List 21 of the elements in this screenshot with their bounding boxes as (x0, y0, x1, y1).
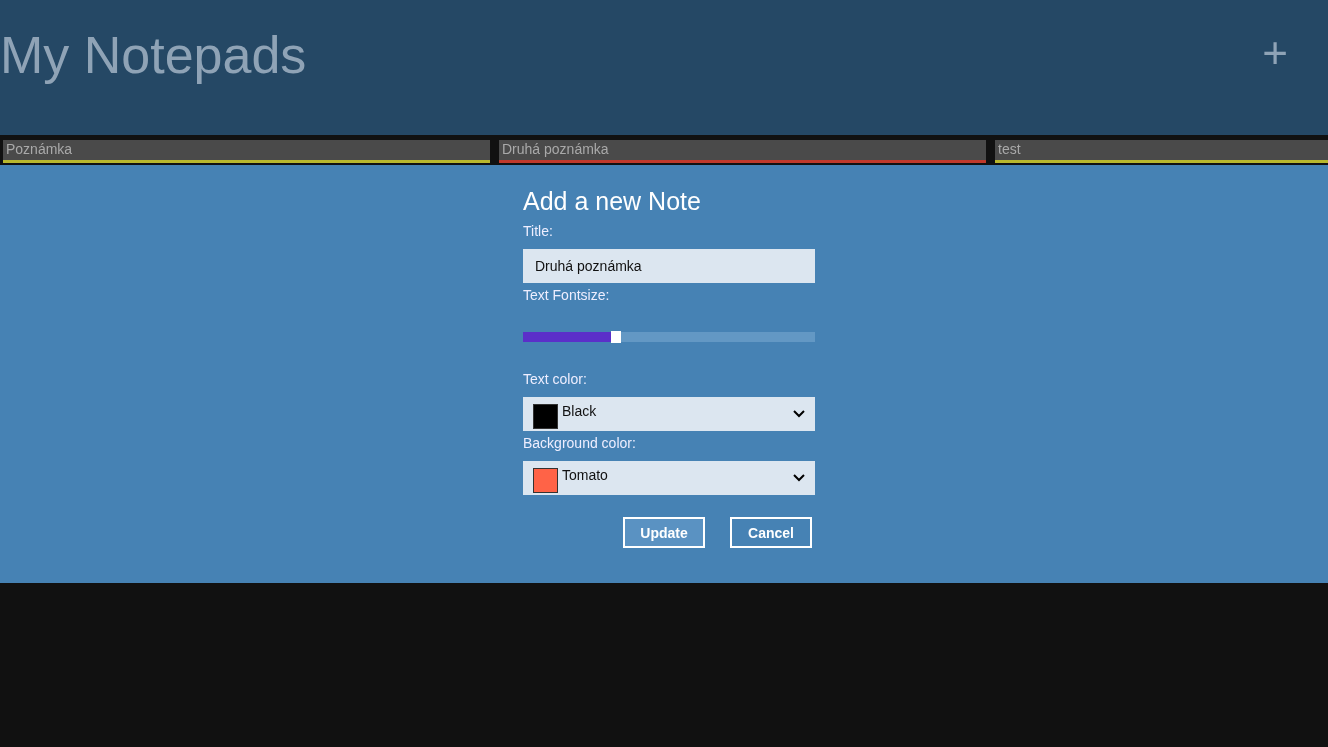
slider-thumb[interactable] (610, 331, 621, 343)
field-label: Text color: (523, 371, 588, 389)
fontsize-slider[interactable] (523, 332, 815, 342)
field-label: Title: (523, 223, 554, 241)
note-tile[interactable]: Druhá poznámka (499, 140, 986, 163)
note-tile[interactable]: test (995, 140, 1328, 163)
cancel-button[interactable]: Cancel (730, 517, 812, 548)
update-button[interactable]: Update (623, 517, 705, 548)
field-label: Text Fontsize: (523, 287, 611, 305)
chevron-down-icon (793, 474, 805, 482)
note-tile[interactable]: Poznámka (3, 140, 490, 163)
dialog-title: Add a new Note (523, 187, 702, 217)
color-dropdown[interactable]: Tomato (523, 461, 815, 495)
title-input-field[interactable]: Druhá poznámka (523, 249, 815, 283)
color-dropdown[interactable]: Black (523, 397, 815, 431)
page-title: My Notepads (0, 25, 307, 85)
dropdown-value: Black (562, 403, 598, 419)
chevron-down-icon (793, 410, 805, 418)
add-button[interactable]: + (1256, 27, 1294, 78)
dropdown-value: Tomato (562, 467, 609, 483)
field-label: Background color: (523, 435, 637, 453)
